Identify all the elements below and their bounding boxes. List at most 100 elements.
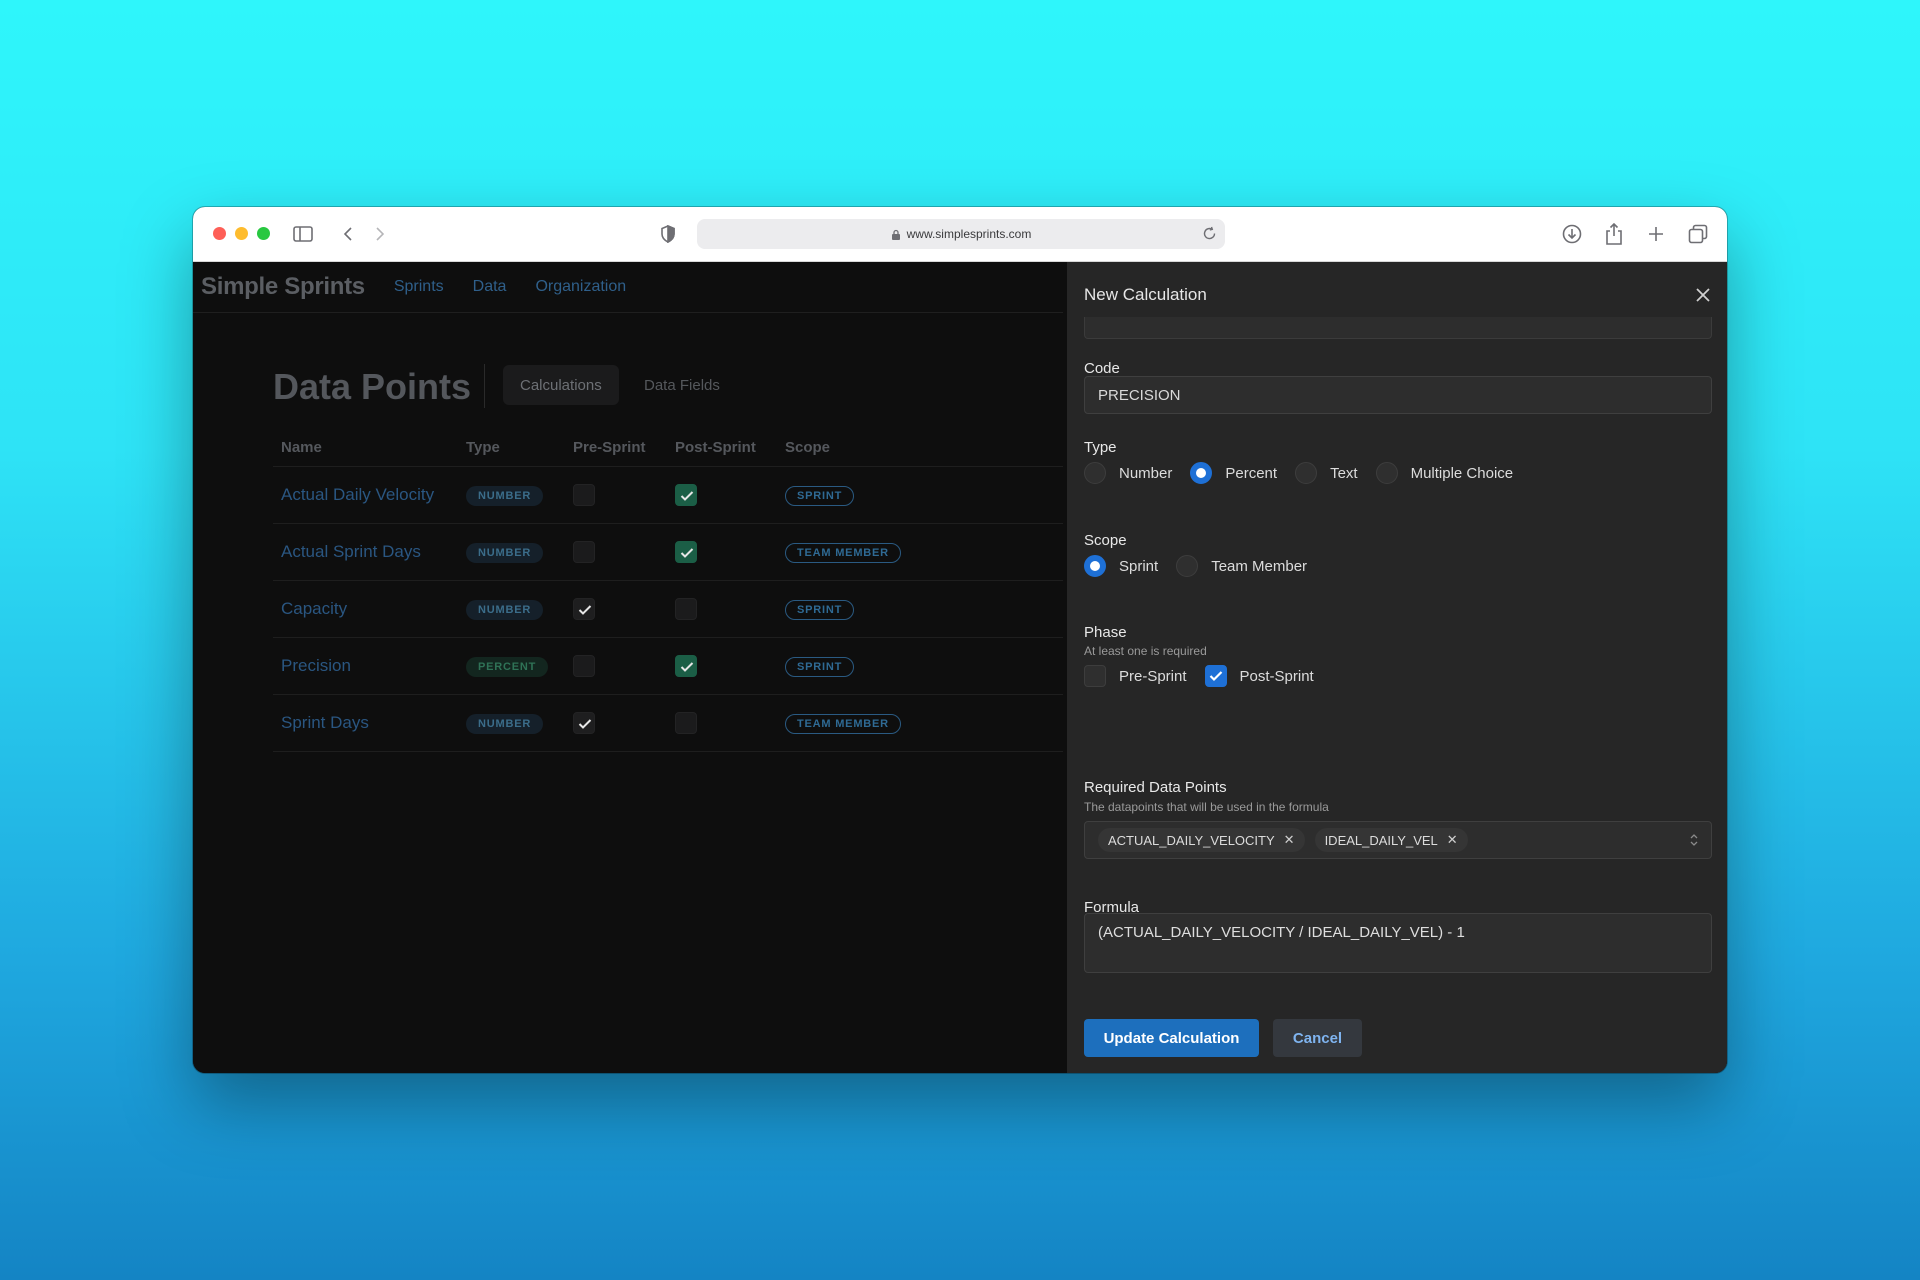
- cell-name: Sprint Days: [273, 694, 458, 752]
- type-badge: NUMBER: [466, 713, 544, 734]
- cell-name: Actual Sprint Days: [273, 523, 458, 581]
- formula-textarea[interactable]: (ACTUAL_DAILY_VELOCITY / IDEAL_DAILY_VEL…: [1084, 913, 1712, 973]
- chip-actual-daily-velocity: ACTUAL_DAILY_VELOCITY ✕: [1098, 828, 1305, 852]
- nav-link-organization[interactable]: Organization: [535, 278, 626, 296]
- sidebar-icon[interactable]: [290, 221, 316, 247]
- checkmark-icon: [680, 661, 694, 672]
- scope-label: Scope: [1084, 532, 1127, 549]
- table-row[interactable]: Precision PERCENT SPRINT: [273, 637, 1063, 695]
- scope-radio-team-member[interactable]: [1176, 555, 1199, 577]
- phase-option-post-sprint-label: Post-Sprint: [1239, 667, 1314, 685]
- cell-scope: SPRINT: [777, 466, 1063, 524]
- pre-sprint-checkbox: [573, 483, 595, 506]
- shield-icon[interactable]: [655, 221, 681, 247]
- post-sprint-checkbox: [675, 540, 697, 563]
- scope-radio-sprint[interactable]: [1084, 555, 1106, 577]
- cell-pre-sprint: [565, 637, 667, 695]
- data-point-link[interactable]: Actual Daily Velocity: [281, 485, 434, 504]
- cell-post-sprint: [667, 466, 777, 524]
- column-header-type[interactable]: Type: [458, 430, 565, 467]
- chip-ideal-daily-vel: IDEAL_DAILY_VEL ✕: [1314, 828, 1468, 852]
- table-row[interactable]: Actual Daily Velocity NUMBER SPRINT: [273, 466, 1063, 524]
- zoom-window-button[interactable]: [257, 227, 270, 240]
- scope-badge: SPRINT: [785, 599, 855, 620]
- cell-pre-sprint: [565, 466, 667, 524]
- cell-pre-sprint: [565, 694, 667, 752]
- type-radio-multiple-choice[interactable]: [1375, 462, 1398, 484]
- cell-post-sprint: [667, 694, 777, 752]
- cell-post-sprint: [667, 637, 777, 695]
- nav-link-data[interactable]: Data: [473, 278, 507, 296]
- update-calculation-button[interactable]: Update Calculation: [1084, 1019, 1259, 1057]
- cell-scope: TEAM MEMBER: [777, 523, 1063, 581]
- type-option-multiple-choice-label: Multiple Choice: [1410, 464, 1514, 482]
- remove-chip-icon[interactable]: ✕: [1447, 832, 1458, 848]
- type-label: Type: [1084, 439, 1117, 456]
- type-radio-number[interactable]: [1084, 462, 1106, 484]
- scope-badge: TEAM MEMBER: [785, 713, 901, 734]
- table-row[interactable]: Sprint Days NUMBER TEAM MEMBER: [273, 694, 1063, 752]
- app-content: Simple Sprints Sprints Data Organization…: [193, 262, 1727, 1073]
- phase-checkbox-pre-sprint[interactable]: [1084, 665, 1106, 687]
- phase-checkbox-post-sprint[interactable]: [1204, 665, 1227, 687]
- back-icon[interactable]: [335, 221, 361, 247]
- tabs-overview-icon[interactable]: [1685, 221, 1711, 247]
- required-data-points-select[interactable]: ACTUAL_DAILY_VELOCITY ✕ IDEAL_DAILY_VEL …: [1084, 821, 1712, 859]
- table-row[interactable]: Actual Sprint Days NUMBER TEAM MEMBER: [273, 523, 1063, 581]
- pre-sprint-checkbox: [573, 711, 595, 734]
- table-row[interactable]: Capacity NUMBER SPRINT: [273, 580, 1063, 638]
- share-icon[interactable]: [1601, 221, 1627, 247]
- phase-hint: At least one is required: [1084, 644, 1207, 658]
- drawer-title: New Calculation: [1084, 285, 1207, 304]
- scope-badge: SPRINT: [785, 485, 855, 506]
- cancel-button[interactable]: Cancel: [1273, 1019, 1362, 1057]
- remove-chip-icon[interactable]: ✕: [1284, 832, 1295, 848]
- required-data-points-label: Required Data Points: [1084, 779, 1227, 796]
- cell-name: Precision: [273, 637, 458, 695]
- data-point-link[interactable]: Capacity: [281, 599, 347, 618]
- browser-toolbar: www.simplesprints.com: [193, 207, 1727, 262]
- type-radio-percent[interactable]: [1190, 462, 1213, 484]
- column-header-name[interactable]: Name: [273, 430, 458, 467]
- download-icon[interactable]: [1559, 221, 1585, 247]
- type-radio-group: Number Percent Text Multiple Choice: [1084, 462, 1531, 484]
- cell-type: PERCENT: [458, 637, 565, 695]
- cell-type: NUMBER: [458, 523, 565, 581]
- browser-window: www.simplesprints.com Simple Sprints Spr…: [193, 207, 1727, 1073]
- chip-label: ACTUAL_DAILY_VELOCITY: [1108, 832, 1275, 848]
- select-arrows-icon[interactable]: [1689, 833, 1699, 847]
- code-input[interactable]: PRECISION: [1084, 376, 1712, 414]
- forward-icon[interactable]: [367, 221, 393, 247]
- data-point-link[interactable]: Actual Sprint Days: [281, 542, 421, 561]
- type-option-percent-label: Percent: [1225, 464, 1278, 482]
- cell-pre-sprint: [565, 523, 667, 581]
- scope-option-sprint-label: Sprint: [1119, 557, 1159, 575]
- name-input[interactable]: [1084, 317, 1712, 339]
- data-point-link[interactable]: Precision: [281, 656, 351, 675]
- address-bar[interactable]: www.simplesprints.com: [697, 219, 1225, 249]
- reload-icon[interactable]: [1202, 226, 1217, 241]
- brand-logo[interactable]: Simple Sprints: [201, 273, 365, 301]
- data-points-table: Name Type Pre-Sprint Post-Sprint Scope A…: [273, 430, 1063, 752]
- chip-label: IDEAL_DAILY_VEL: [1324, 832, 1438, 848]
- lock-icon: [891, 229, 900, 240]
- minimize-window-button[interactable]: [235, 227, 248, 240]
- column-header-post-sprint[interactable]: Post-Sprint: [667, 430, 777, 467]
- close-icon[interactable]: [1694, 286, 1712, 304]
- close-window-button[interactable]: [213, 227, 226, 240]
- cell-name: Actual Daily Velocity: [273, 466, 458, 524]
- pre-sprint-checkbox: [573, 540, 595, 563]
- new-tab-icon[interactable]: [1643, 221, 1669, 247]
- pre-sprint-checkbox: [573, 597, 595, 620]
- data-point-link[interactable]: Sprint Days: [281, 713, 369, 732]
- column-header-scope[interactable]: Scope: [777, 430, 1063, 467]
- post-sprint-checkbox: [675, 654, 697, 677]
- column-header-pre-sprint[interactable]: Pre-Sprint: [565, 430, 667, 467]
- type-option-text-label: Text: [1330, 464, 1358, 482]
- tab-data-fields[interactable]: Data Fields: [627, 365, 737, 405]
- checkmark-icon: [1209, 671, 1222, 682]
- nav-link-sprints[interactable]: Sprints: [394, 278, 444, 296]
- type-radio-text[interactable]: [1295, 462, 1318, 484]
- tab-calculations[interactable]: Calculations: [503, 365, 619, 405]
- type-badge: NUMBER: [466, 542, 544, 563]
